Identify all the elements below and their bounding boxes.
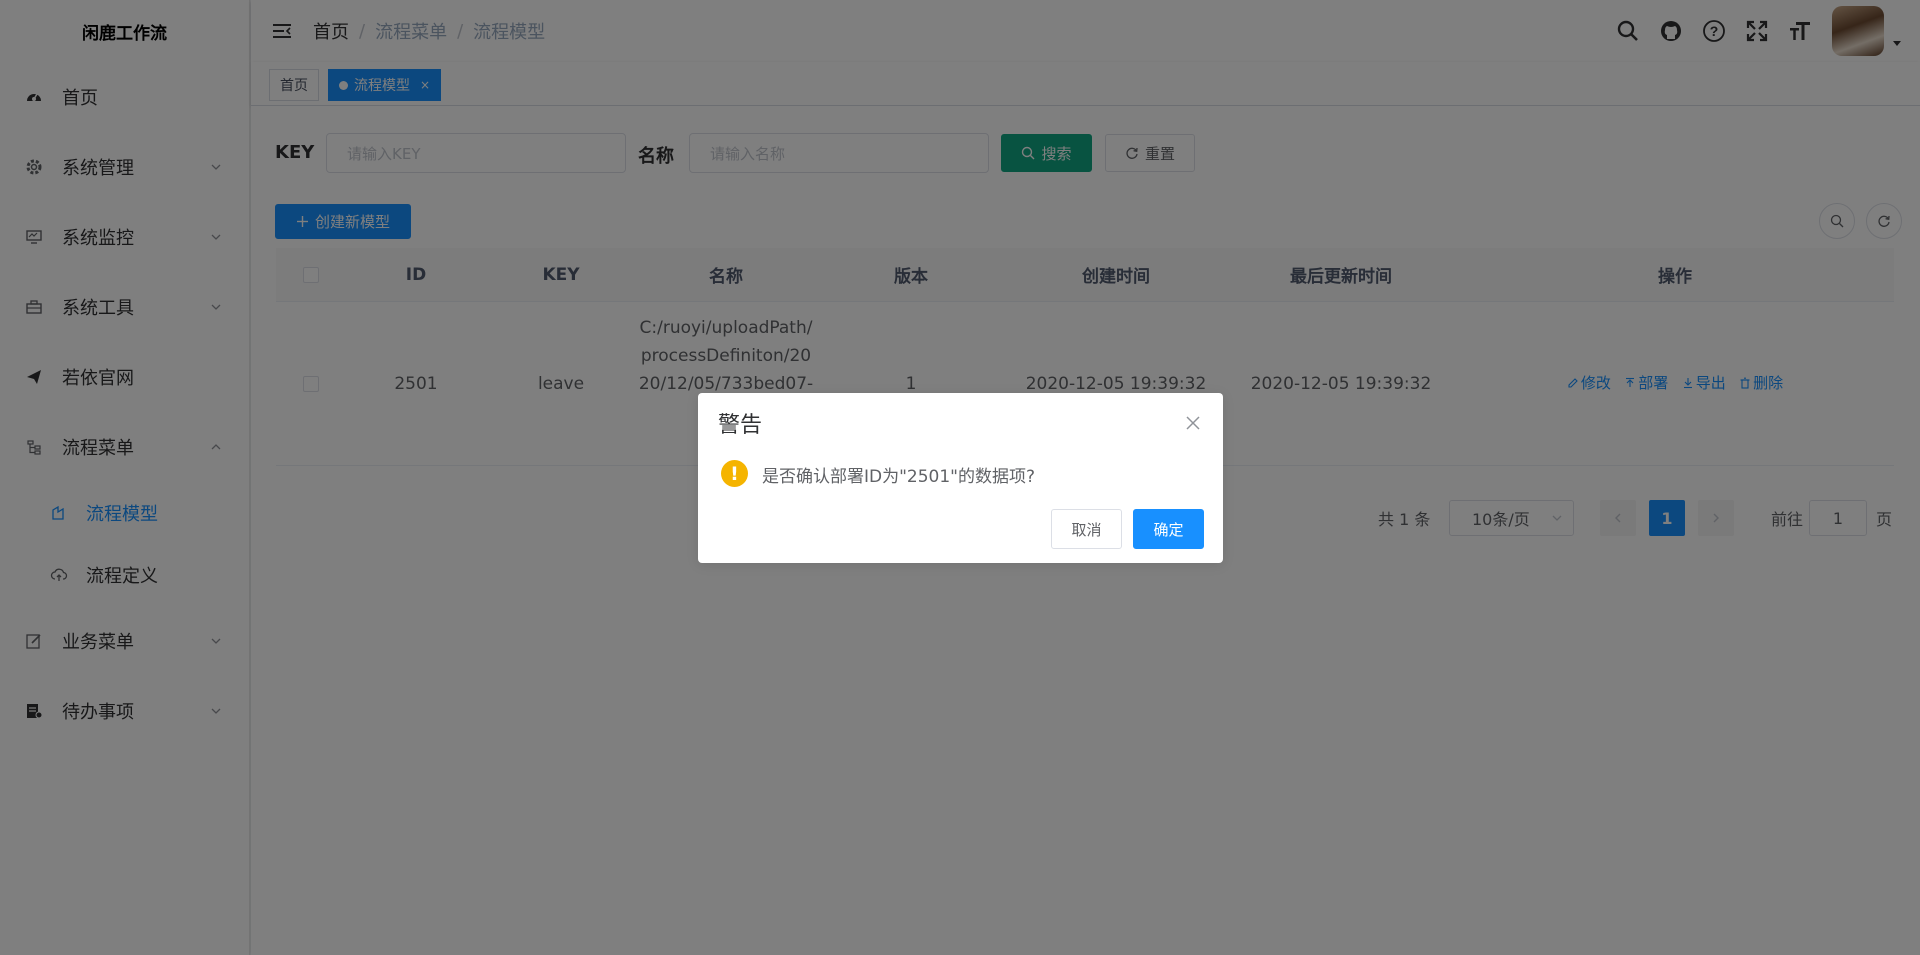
close-icon[interactable]	[1185, 415, 1201, 431]
cancel-button[interactable]: 取消	[1051, 509, 1122, 549]
dialog-title: 警告	[718, 413, 763, 438]
dialog-message: 是否确认部署ID为"2501"的数据项?	[762, 467, 1036, 487]
confirm-button[interactable]: 确定	[1133, 509, 1204, 549]
confirm-dialog: 警告 ! 是否确认部署ID为"2501"的数据项? 取消 确定	[698, 393, 1223, 563]
warning-icon: !	[721, 460, 748, 487]
